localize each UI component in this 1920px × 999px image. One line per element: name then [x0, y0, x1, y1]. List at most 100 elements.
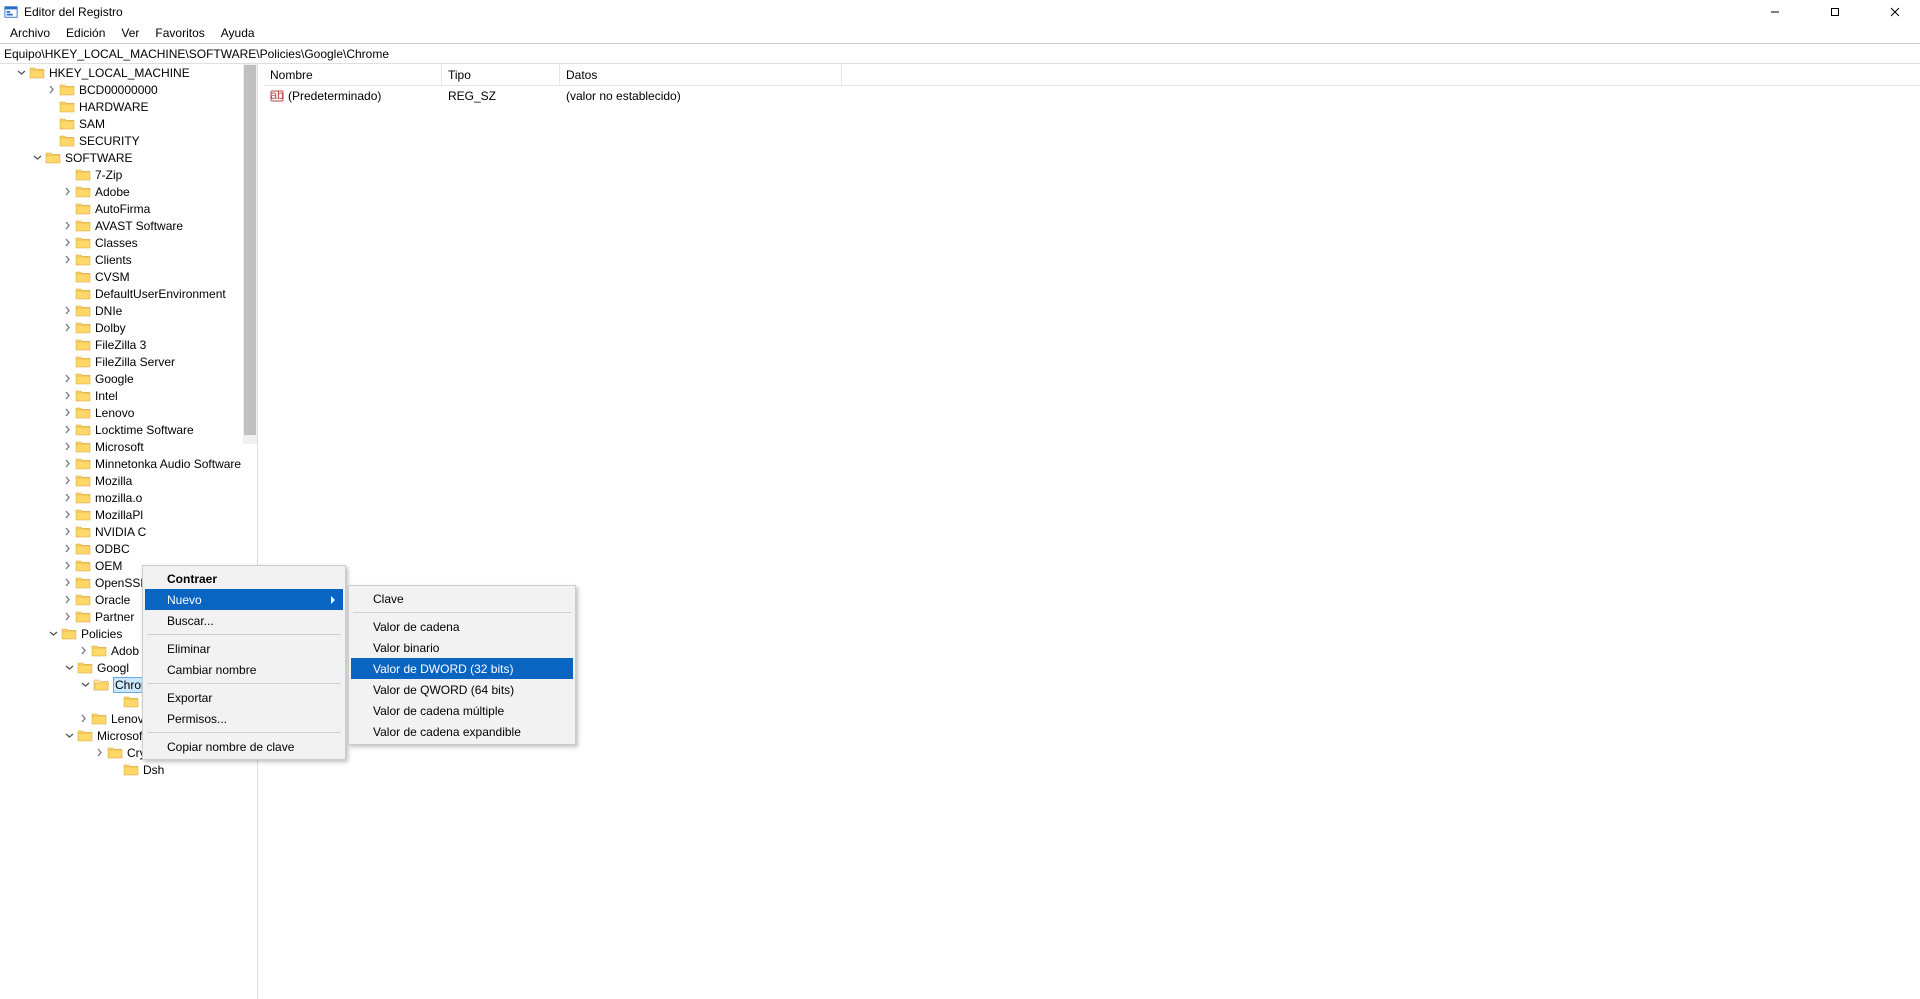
- chevron-down-icon[interactable]: [64, 662, 75, 673]
- chevron-right-icon[interactable]: [62, 220, 73, 231]
- ctx-exportar[interactable]: Exportar: [145, 687, 343, 708]
- folder-icon: [75, 491, 91, 504]
- ctx-sub-clave[interactable]: Clave: [351, 588, 573, 609]
- tree-item-defaultuserenv[interactable]: DefaultUserEnvironment: [0, 285, 257, 302]
- tree-scrollbar[interactable]: [243, 64, 257, 444]
- chevron-down-icon[interactable]: [32, 152, 43, 163]
- tree-item-intel[interactable]: Intel: [0, 387, 257, 404]
- chevron-right-icon[interactable]: [62, 509, 73, 520]
- tree-item-nvidiac[interactable]: NVIDIA C: [0, 523, 257, 540]
- tree-item-label: OpenSSH: [95, 576, 149, 590]
- tree-item-locktime[interactable]: Locktime Software: [0, 421, 257, 438]
- tree-item-security[interactable]: SECURITY: [0, 132, 257, 149]
- chevron-right-icon[interactable]: [46, 84, 57, 95]
- tree-item-classes[interactable]: Classes: [0, 234, 257, 251]
- tree-item-pol_dsh[interactable]: Dsh: [0, 761, 257, 778]
- chevron-right-icon[interactable]: [62, 305, 73, 316]
- minimize-button[interactable]: [1760, 2, 1790, 22]
- close-button[interactable]: [1880, 2, 1910, 22]
- chevron-right-icon[interactable]: [62, 441, 73, 452]
- tree-item-google[interactable]: Google: [0, 370, 257, 387]
- tree-item-lenovo[interactable]: Lenovo: [0, 404, 257, 421]
- list-pane: Nombre Tipo Datos ab (Predeterminado) RE…: [264, 64, 1920, 999]
- tree-item-microsoft[interactable]: Microsoft: [0, 438, 257, 455]
- tree-item-hklm[interactable]: HKEY_LOCAL_MACHINE: [0, 64, 257, 81]
- ctx-buscar[interactable]: Buscar...: [145, 610, 343, 631]
- tree-item-filezilla3[interactable]: FileZilla 3: [0, 336, 257, 353]
- tree-item-bcd[interactable]: BCD00000000: [0, 81, 257, 98]
- tree-item-avast[interactable]: AVAST Software: [0, 217, 257, 234]
- menu-edicion[interactable]: Edición: [58, 24, 113, 42]
- chevron-right-icon[interactable]: [62, 458, 73, 469]
- menu-favoritos[interactable]: Favoritos: [147, 24, 212, 42]
- tree-item-cvsm[interactable]: CVSM: [0, 268, 257, 285]
- chevron-right-icon[interactable]: [62, 560, 73, 571]
- tree-item-sevenzip[interactable]: 7-Zip: [0, 166, 257, 183]
- chevron-down-icon[interactable]: [64, 730, 75, 741]
- folder-icon: [75, 236, 91, 249]
- tree-item-label: MozillaPl: [95, 508, 143, 522]
- tree-item-sam[interactable]: SAM: [0, 115, 257, 132]
- chevron-right-icon[interactable]: [62, 373, 73, 384]
- chevron-right-icon[interactable]: [62, 254, 73, 265]
- chevron-right-icon[interactable]: [62, 594, 73, 605]
- maximize-button[interactable]: [1820, 2, 1850, 22]
- tree-item-filezillasrv[interactable]: FileZilla Server: [0, 353, 257, 370]
- ctx-permisos[interactable]: Permisos...: [145, 708, 343, 729]
- col-header-name[interactable]: Nombre: [264, 64, 442, 85]
- chevron-right-icon[interactable]: [62, 577, 73, 588]
- ctx-contraer[interactable]: Contraer: [145, 568, 343, 589]
- chevron-right-icon[interactable]: [62, 407, 73, 418]
- ctx-sub-qword[interactable]: Valor de QWORD (64 bits): [351, 679, 573, 700]
- chevron-right-icon[interactable]: [78, 713, 89, 724]
- chevron-down-icon[interactable]: [16, 67, 27, 78]
- tree-item-mozilla[interactable]: Mozilla: [0, 472, 257, 489]
- ctx-copiar-nombre[interactable]: Copiar nombre de clave: [145, 736, 343, 757]
- tree-item-odbc[interactable]: ODBC: [0, 540, 257, 557]
- tree-item-clients[interactable]: Clients: [0, 251, 257, 268]
- tree-item-label: Oracle: [95, 593, 130, 607]
- tree-scrollbar-thumb[interactable]: [244, 65, 256, 435]
- chevron-right-icon[interactable]: [62, 526, 73, 537]
- ctx-sub-multi[interactable]: Valor de cadena múltiple: [351, 700, 573, 721]
- chevron-right-icon[interactable]: [62, 611, 73, 622]
- address-bar[interactable]: Equipo\HKEY_LOCAL_MACHINE\SOFTWARE\Polic…: [0, 44, 1920, 64]
- ctx-eliminar[interactable]: Eliminar: [145, 638, 343, 659]
- chevron-right-icon[interactable]: [62, 322, 73, 333]
- ctx-cambiar-nombre[interactable]: Cambiar nombre: [145, 659, 343, 680]
- address-text: Equipo\HKEY_LOCAL_MACHINE\SOFTWARE\Polic…: [4, 47, 389, 61]
- col-header-type[interactable]: Tipo: [442, 64, 560, 85]
- chevron-right-icon[interactable]: [62, 237, 73, 248]
- ctx-sub-cadena[interactable]: Valor de cadena: [351, 616, 573, 637]
- menu-archivo[interactable]: Archivo: [2, 24, 58, 42]
- tree-item-adobe[interactable]: Adobe: [0, 183, 257, 200]
- menu-ver[interactable]: Ver: [113, 24, 147, 42]
- chevron-right-icon[interactable]: [62, 186, 73, 197]
- col-header-data[interactable]: Datos: [560, 64, 842, 85]
- chevron-down-icon[interactable]: [48, 628, 59, 639]
- list-row[interactable]: ab (Predeterminado) REG_SZ (valor no est…: [264, 86, 1920, 106]
- chevron-down-icon[interactable]: [80, 679, 91, 690]
- tree-item-minnetonka[interactable]: Minnetonka Audio Software: [0, 455, 257, 472]
- tree-item-software[interactable]: SOFTWARE: [0, 149, 257, 166]
- tree-scroll[interactable]: HKEY_LOCAL_MACHINEBCD00000000HARDWARESAM…: [0, 64, 257, 999]
- chevron-right-icon[interactable]: [62, 424, 73, 435]
- tree-item-dolby[interactable]: Dolby: [0, 319, 257, 336]
- ctx-sub-expand[interactable]: Valor de cadena expandible: [351, 721, 573, 742]
- ctx-nuevo[interactable]: Nuevo: [145, 589, 343, 610]
- chevron-right-icon[interactable]: [62, 543, 73, 554]
- tree-item-mozillao[interactable]: mozilla.o: [0, 489, 257, 506]
- tree-item-dnie[interactable]: DNIe: [0, 302, 257, 319]
- menu-ayuda[interactable]: Ayuda: [213, 24, 263, 42]
- chevron-right-icon[interactable]: [62, 390, 73, 401]
- chevron-right-icon[interactable]: [62, 492, 73, 503]
- chevron-right-icon[interactable]: [94, 747, 105, 758]
- ctx-sub-dword[interactable]: Valor de DWORD (32 bits): [351, 658, 573, 679]
- tree-item-hardware[interactable]: HARDWARE: [0, 98, 257, 115]
- chevron-right-icon[interactable]: [78, 645, 89, 656]
- chevron-right-icon[interactable]: [62, 475, 73, 486]
- tree-item-mozillapl[interactable]: MozillaPl: [0, 506, 257, 523]
- tree-item-autofirma[interactable]: AutoFirma: [0, 200, 257, 217]
- ctx-nuevo-label: Nuevo: [167, 593, 202, 607]
- ctx-sub-binario[interactable]: Valor binario: [351, 637, 573, 658]
